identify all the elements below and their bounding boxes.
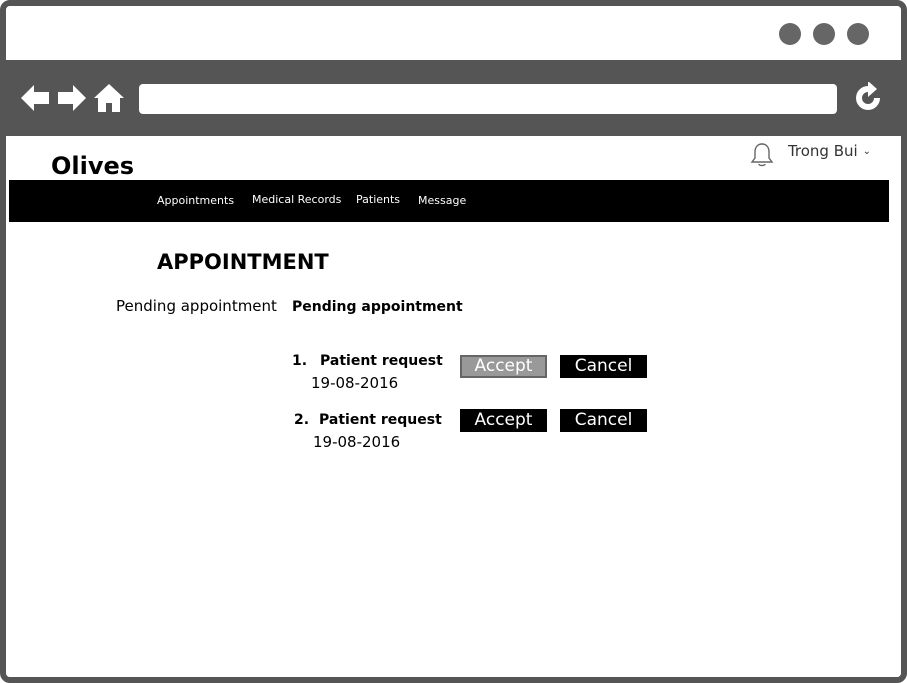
accept-button[interactable]: Accept (460, 409, 547, 432)
window-control-dot[interactable] (847, 23, 869, 45)
nav-item-message[interactable]: Message (418, 194, 466, 207)
window-control-dot[interactable] (779, 23, 801, 45)
nav-item-patients[interactable]: Patients (356, 193, 400, 206)
window-control-dot[interactable] (813, 23, 835, 45)
refresh-icon[interactable] (852, 82, 884, 114)
address-bar[interactable] (139, 84, 837, 114)
home-icon[interactable] (93, 82, 125, 114)
sidebar-item-pending-appointment[interactable]: Pending appointment (116, 297, 277, 315)
title-bar (6, 6, 901, 60)
request-number: 1. (292, 353, 308, 369)
nav-item-appointments[interactable]: Appointments (157, 194, 234, 207)
page-title: APPOINTMENT (157, 250, 329, 274)
request-date: 19-08-2016 (311, 374, 399, 392)
cancel-button[interactable]: Cancel (560, 409, 647, 432)
web-page: Olives Trong Bui ⌄ Appointments Medical … (6, 136, 901, 677)
back-arrow-icon[interactable] (19, 82, 51, 114)
cancel-button[interactable]: Cancel (560, 355, 647, 378)
bell-icon[interactable] (750, 142, 774, 168)
nav-item-medical-records[interactable]: Medical Records (252, 193, 341, 206)
user-menu[interactable]: Trong Bui ⌄ (782, 136, 877, 166)
section-title: Pending appointment (292, 299, 463, 315)
user-name: Trong Bui (787, 142, 858, 160)
chevron-down-icon: ⌄ (862, 145, 872, 157)
brand-logo[interactable]: Olives (51, 152, 134, 180)
request-label: Patient request (320, 353, 443, 369)
request-label: Patient request (319, 412, 442, 428)
browser-window: Olives Trong Bui ⌄ Appointments Medical … (0, 0, 907, 683)
accept-button[interactable]: Accept (460, 355, 547, 378)
request-date: 19-08-2016 (313, 433, 401, 451)
forward-arrow-icon[interactable] (56, 82, 88, 114)
main-nav: Appointments Medical Records Patients Me… (9, 180, 889, 222)
request-number: 2. (294, 412, 310, 428)
browser-toolbar (6, 60, 901, 136)
